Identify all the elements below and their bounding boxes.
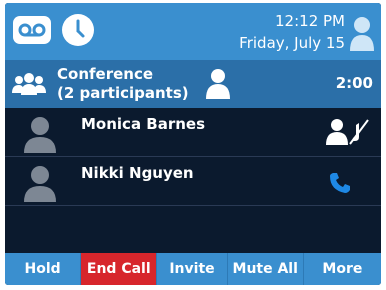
voicemail-icon[interactable] [13, 16, 51, 44]
user-avatar-icon[interactable] [349, 15, 375, 51]
softkey-bar: Hold End Call Invite Mute All More [5, 253, 381, 285]
participant-avatar-icon [23, 115, 57, 153]
more-button[interactable]: More [304, 253, 381, 285]
end-call-button[interactable]: End Call [81, 253, 158, 285]
participant-row[interactable]: Monica Barnes [5, 108, 381, 157]
participant-row[interactable]: Nikki Nguyen [5, 157, 381, 206]
conference-title: Conference (2 participants) [57, 65, 189, 103]
conference-person-icon [205, 67, 231, 99]
phone-screen: 12:12 PM Friday, July 15 Conference (2 p… [5, 3, 381, 285]
mute-all-button[interactable]: Mute All [228, 253, 304, 285]
conference-label: Conference [57, 65, 154, 83]
participant-count: (2 participants) [57, 84, 189, 102]
phone-icon [329, 172, 351, 194]
participant-name: Monica Barnes [81, 115, 206, 133]
call-duration: 2:00 [335, 74, 373, 92]
hold-button[interactable]: Hold [5, 253, 82, 285]
invite-button[interactable]: Invite [157, 253, 228, 285]
clock-icon[interactable] [62, 14, 94, 46]
status-date: Friday, July 15 [239, 34, 345, 52]
status-bar: 12:12 PM Friday, July 15 [5, 3, 381, 60]
participant-avatar-icon [23, 164, 57, 202]
conference-icon [11, 71, 47, 97]
conference-row[interactable]: Conference (2 participants) 2:00 [5, 60, 381, 108]
status-time: 12:12 PM [275, 12, 345, 30]
participant-muted-icon[interactable] [326, 117, 370, 147]
participant-name: Nikki Nguyen [81, 164, 194, 182]
